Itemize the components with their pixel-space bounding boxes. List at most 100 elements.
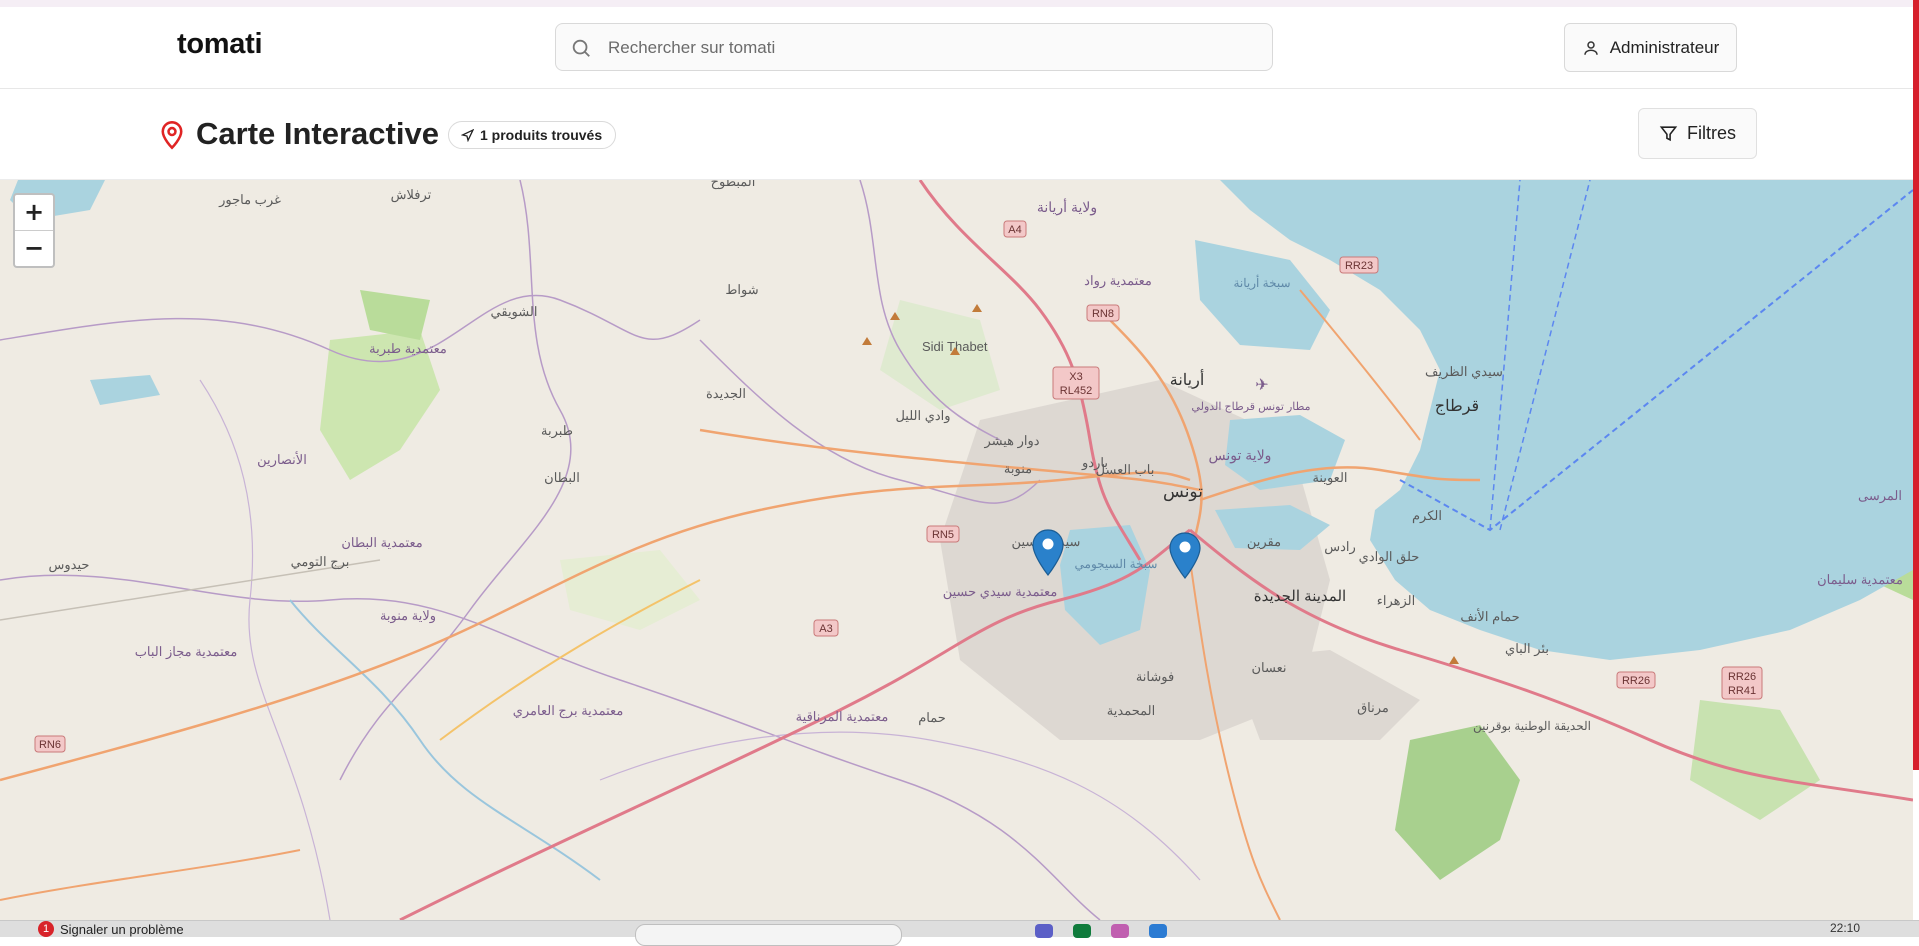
map-label: الزهراء [1377, 593, 1416, 609]
zoom-in-button[interactable]: + [15, 195, 53, 230]
map-label: حمام [918, 710, 946, 726]
search-box[interactable] [555, 23, 1273, 72]
filters-button[interactable]: Filtres [1638, 108, 1757, 159]
svg-text:RN6: RN6 [39, 739, 61, 751]
map-label: أريانة [1170, 369, 1205, 389]
map-label: المرسى [1858, 488, 1902, 504]
results-count-badge: 1 produits trouvés [448, 121, 617, 149]
svg-text:RR26: RR26 [1728, 671, 1756, 683]
road-shield: X3 RL452 [1052, 366, 1100, 400]
map-label: بئر الباي [1505, 641, 1549, 657]
map-label: معتمدية سيدي حسين [943, 584, 1058, 600]
page-scrollbar[interactable] [1913, 0, 1919, 770]
map-label: معتمدية البطان [341, 535, 422, 550]
map-label: غرب ماجور [218, 192, 281, 208]
map-label: معتمدية رواد [1084, 273, 1152, 289]
map-label: حلق الوادي [1359, 549, 1420, 565]
map-label: معتمدية مجاز الباب [135, 644, 238, 660]
road-shield: RR23 [1339, 256, 1379, 274]
map-label: معتمدية طبربة [369, 341, 447, 357]
road-shield: RN8 [1086, 304, 1120, 322]
taskbar-notification[interactable]: 1 Signaler un problème [38, 921, 184, 937]
user-menu-button[interactable]: Administrateur [1564, 23, 1737, 72]
os-taskbar: 1 Signaler un problème 22:10 [0, 920, 1919, 946]
taskbar-search[interactable] [635, 924, 902, 946]
map-label: العوينة [1312, 470, 1347, 486]
map-label: مقرين [1247, 534, 1281, 550]
map-label: المحمدية [1107, 703, 1155, 718]
map-label: فوشانة [1136, 669, 1174, 685]
svg-text:RN5: RN5 [932, 529, 954, 541]
map-toolbar: Carte Interactive 1 produits trouvés Fil… [0, 89, 1913, 180]
svg-text:RR41: RR41 [1728, 685, 1756, 697]
map-label: سبخة السيجومي [1075, 557, 1158, 571]
airport-icon: ✈ [1255, 377, 1268, 394]
page-title: Carte Interactive [196, 116, 439, 151]
app-header: tomati Administrateur [0, 7, 1913, 89]
filter-icon [1659, 126, 1678, 142]
notification-badge: 1 [38, 921, 54, 937]
map-label: قرطاج [1435, 398, 1479, 415]
map-label: المبطوح [711, 180, 756, 190]
brand-logo[interactable]: tomati [177, 28, 263, 61]
notification-text: Signaler un problème [60, 921, 184, 937]
taskbar-clock: 22:10 [1830, 921, 1861, 935]
map-label: الجديدة [706, 386, 746, 401]
navigation-arrow-icon [461, 128, 474, 142]
map-label: الأنصارين [257, 451, 307, 468]
zoom-control: + − [13, 193, 55, 268]
map-label: الشويقي [491, 304, 538, 320]
svg-text:RL452: RL452 [1060, 385, 1092, 397]
svg-text:X3: X3 [1069, 371, 1082, 383]
map-label: سيدي الظريف [1425, 364, 1503, 380]
svg-text:RN8: RN8 [1092, 308, 1114, 320]
svg-text:RR23: RR23 [1345, 260, 1373, 272]
map-pin-icon [161, 121, 183, 150]
map-label: سبخة أريانة [1233, 275, 1290, 290]
map-label: ولاية تونس [1209, 447, 1272, 464]
user-icon [1583, 40, 1598, 55]
results-count-label: 1 produits trouvés [480, 127, 603, 143]
map-tiles[interactable]: A4 RN8 X3 RL452 RR23 RN5 A3 RN6 RR26 RR26… [0, 180, 1913, 920]
road-shield: RR26 [1616, 671, 1656, 689]
map-label: الكرم [1412, 508, 1442, 524]
map-label: مطار تونس قرطاج الدولي [1191, 401, 1310, 413]
road-shield: A3 [813, 619, 839, 637]
map-label: المدينة الجديدة [1254, 588, 1346, 605]
map-label: رادس [1324, 539, 1356, 555]
map-label: منوبة [1004, 461, 1032, 477]
map-label: برج التومي [291, 554, 350, 570]
road-shield: RN5 [926, 525, 960, 543]
map-label: حيدوس [49, 557, 90, 573]
map-label: دوار هيشر [983, 433, 1039, 449]
map-label: معتمدية المرناقية [796, 709, 889, 725]
search-icon [572, 39, 590, 57]
svg-text:RR26: RR26 [1622, 675, 1650, 687]
product-marker[interactable] [1169, 532, 1201, 580]
map-label: ولاية منوبة [380, 608, 436, 624]
map-label: الحديقة الوطنية بوقرنين [1473, 719, 1591, 733]
product-marker[interactable] [1032, 529, 1064, 577]
search-input[interactable] [606, 24, 1260, 72]
filters-button-label: Filtres [1687, 123, 1736, 143]
svg-text:A3: A3 [819, 623, 832, 635]
map-label: ولاية أريانة [1037, 197, 1097, 216]
map-label: شواط [725, 282, 758, 298]
road-shield: RR26 RR41 [1721, 666, 1763, 700]
road-shield: A4 [1003, 220, 1027, 238]
zoom-out-button[interactable]: − [15, 230, 53, 266]
map-label: حمام الأنف [1460, 608, 1519, 625]
map-label: تونس [1163, 482, 1203, 502]
interactive-map[interactable]: A4 RN8 X3 RL452 RR23 RN5 A3 RN6 RR26 RR26… [0, 180, 1913, 920]
map-label: معتمدية سليمان [1817, 572, 1903, 587]
map-label: نعسان [1252, 660, 1287, 675]
road-shield: RN6 [34, 735, 66, 753]
map-label: طبربة [541, 423, 573, 439]
map-label: وادي الليل [895, 408, 950, 424]
svg-text:A4: A4 [1008, 224, 1021, 236]
map-label: البطان [544, 470, 580, 485]
map-label: معتمدية برج العامري [513, 703, 624, 719]
map-label: مرناق [1357, 700, 1389, 716]
map-label: باب العسل [1096, 462, 1155, 477]
map-label: ترفلاش [391, 187, 432, 203]
